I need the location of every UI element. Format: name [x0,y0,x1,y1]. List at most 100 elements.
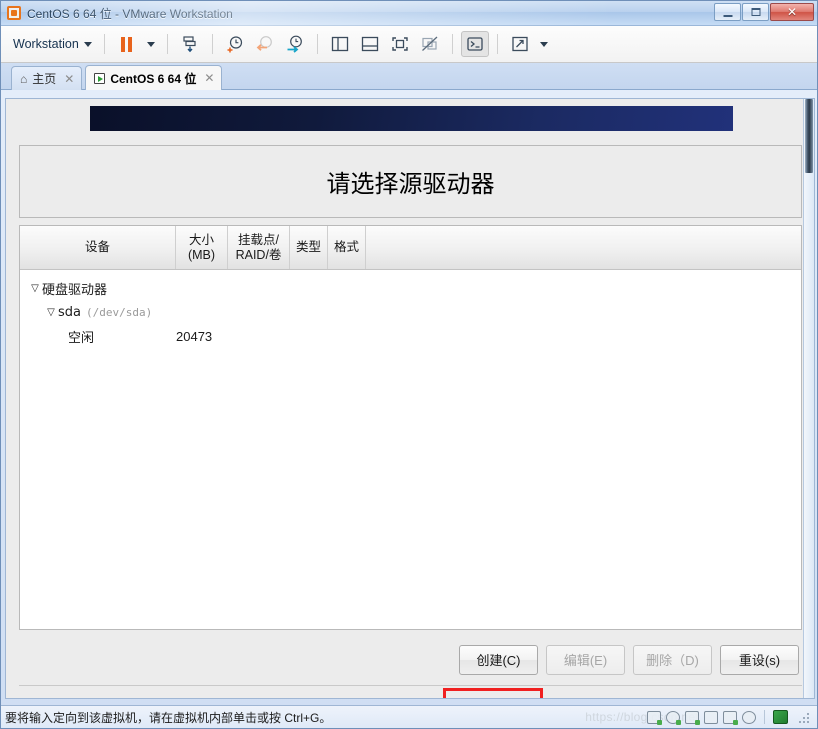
show-library-button[interactable] [326,31,354,57]
partition-action-buttons: 创建(C) 编辑(E) 删除（D) 重设(s) [19,634,802,686]
expander-triangle-icon[interactable]: ▽ [44,307,58,318]
clock-plus-icon [227,36,242,53]
window-controls: ✕ [714,3,814,21]
manage-snapshots-button[interactable] [281,31,309,57]
guest-vertical-scrollbar[interactable] [803,99,814,698]
close-icon: ✕ [786,5,798,19]
sound-card-icon[interactable] [723,710,738,725]
minimize-icon [723,15,732,17]
workstation-menu-button[interactable]: Workstation [9,34,96,54]
column-header-size[interactable]: 大小 (MB) [176,226,228,269]
status-message: 要将输入定向到该虚拟机，请在虚拟机内部单击或按 Ctrl+G。 [5,710,332,725]
guest-screen[interactable]: 请选择源驱动器 设备 大小 (MB) 挂载点/ RAID/卷 类型 格式 ▽ 硬… [6,99,803,698]
network-adapter-icon[interactable] [685,710,700,725]
chevron-down-icon [539,41,548,47]
table-row[interactable]: ▽ 硬盘驱动器 [20,276,801,300]
watermark-text: https://blog.csdn.net [585,710,699,724]
expander-triangle-icon[interactable]: ▽ [28,283,42,294]
resize-grip-icon[interactable] [797,711,809,723]
tab-centos-vm[interactable]: CentOS 6 64 位 ✕ [85,65,223,90]
partition-table: 设备 大小 (MB) 挂载点/ RAID/卷 类型 格式 ▽ 硬盘驱动器 ▽ s… [19,225,802,630]
printer-icon[interactable] [704,710,718,724]
edit-button: 编辑(E) [546,644,625,675]
row-device-label: sda [58,304,81,320]
vm-play-icon [94,72,106,84]
hard-disk-icon[interactable] [647,710,662,725]
tab-home-label: 主页 [32,72,57,86]
console-view-button[interactable] [460,31,489,57]
status-divider [764,710,765,724]
row-device-label: 空闲 [68,329,95,345]
clock-wrench-icon [287,35,302,53]
table-body: ▽ 硬盘驱动器 ▽ sda (/dev/sda) 空闲 20473 [20,276,801,629]
enter-fullscreen-button[interactable] [386,31,414,57]
table-row[interactable]: 空闲 20473 [20,324,801,348]
row-device-path: (/dev/sda) [86,305,153,319]
toolbar-divider [451,34,453,54]
window-title: CentOS 6 64 位 - VMware Workstation [27,6,233,21]
chevron-down-icon [146,41,155,47]
main-toolbar: Workstation [1,26,817,63]
clock-back-icon [256,36,272,51]
page-title: 请选择源驱动器 [326,170,495,198]
wizard-navigation: 返回（B) 下一步（N) [19,687,802,698]
chevron-down-icon [83,41,92,47]
suspend-dropdown-button[interactable] [143,31,159,57]
status-bar: 要将输入定向到该虚拟机，请在虚拟机内部单击或按 Ctrl+G。 https://… [1,705,817,728]
title-bar: CentOS 6 64 位 - VMware Workstation ✕ [1,1,817,26]
column-header-mountpoint[interactable]: 挂载点/ RAID/卷 [228,226,290,269]
row-device-cell: 空闲 [20,327,176,346]
show-thumbnail-bar-button[interactable] [356,31,384,57]
stretch-guest-button[interactable] [506,31,534,57]
column-header-type[interactable]: 类型 [290,226,328,269]
maximize-icon [751,8,760,16]
cd-dvd-icon[interactable] [666,710,681,725]
table-row[interactable]: ▽ sda (/dev/sda) [20,300,801,324]
toolbar-divider [166,34,168,54]
maximize-button[interactable] [742,3,769,21]
vmware-tools-icon[interactable] [773,710,788,724]
unity-mode-button[interactable] [416,31,444,57]
row-device-cell: ▽ 硬盘驱动器 [20,279,176,298]
vm-console-frame: 请选择源驱动器 设备 大小 (MB) 挂载点/ RAID/卷 类型 格式 ▽ 硬… [5,98,815,699]
column-header-format[interactable]: 格式 [328,226,366,269]
suspend-button[interactable] [113,31,141,57]
column-header-filler [366,226,801,269]
toolbar-divider [211,34,213,54]
home-icon: ⌂ [20,71,28,86]
delete-button: 删除（D) [633,644,712,675]
expand-arrow-icon [512,36,528,52]
row-device-label: 硬盘驱动器 [42,281,108,297]
unity-off-icon [421,36,438,51]
toolbar-divider [103,34,105,54]
reset-button[interactable]: 重设(s) [720,644,799,675]
terminal-icon [467,37,483,51]
toolbar-divider [496,34,498,54]
row-device-cell: ▽ sda (/dev/sda) [20,305,176,320]
installer-banner [90,106,733,131]
scrollbar-thumb[interactable] [805,99,813,173]
column-header-device[interactable]: 设备 [20,226,176,269]
tab-home[interactable]: ⌂ 主页 ✕ [11,66,83,90]
row-size-cell: 20473 [176,328,213,344]
panel-bottom-icon [361,36,378,52]
take-snapshot-button[interactable] [221,31,249,57]
snapshot-stack-icon [183,36,196,53]
vmware-workstation-window: CentOS 6 64 位 - VMware Workstation ✕ Wor… [0,0,818,729]
stretch-dropdown-button[interactable] [536,31,552,57]
tab-centos-vm-label: CentOS 6 64 位 [110,71,197,86]
pause-icon [121,36,133,52]
vmware-logo-icon [7,6,21,20]
minimize-button[interactable] [714,3,741,21]
tab-home-close-icon[interactable]: ✕ [64,72,74,86]
fullscreen-icon [392,37,408,51]
close-button[interactable]: ✕ [770,3,814,21]
title-panel: 请选择源驱动器 [19,145,802,218]
revert-snapshot-button[interactable] [251,31,279,57]
create-button[interactable]: 创建(C) [459,644,538,675]
panel-left-icon [331,36,348,52]
toolbar-divider [316,34,318,54]
snapshot-manager-button[interactable] [176,31,204,57]
tab-centos-vm-close-icon[interactable]: ✕ [204,71,214,85]
usb-icon[interactable] [742,710,756,724]
